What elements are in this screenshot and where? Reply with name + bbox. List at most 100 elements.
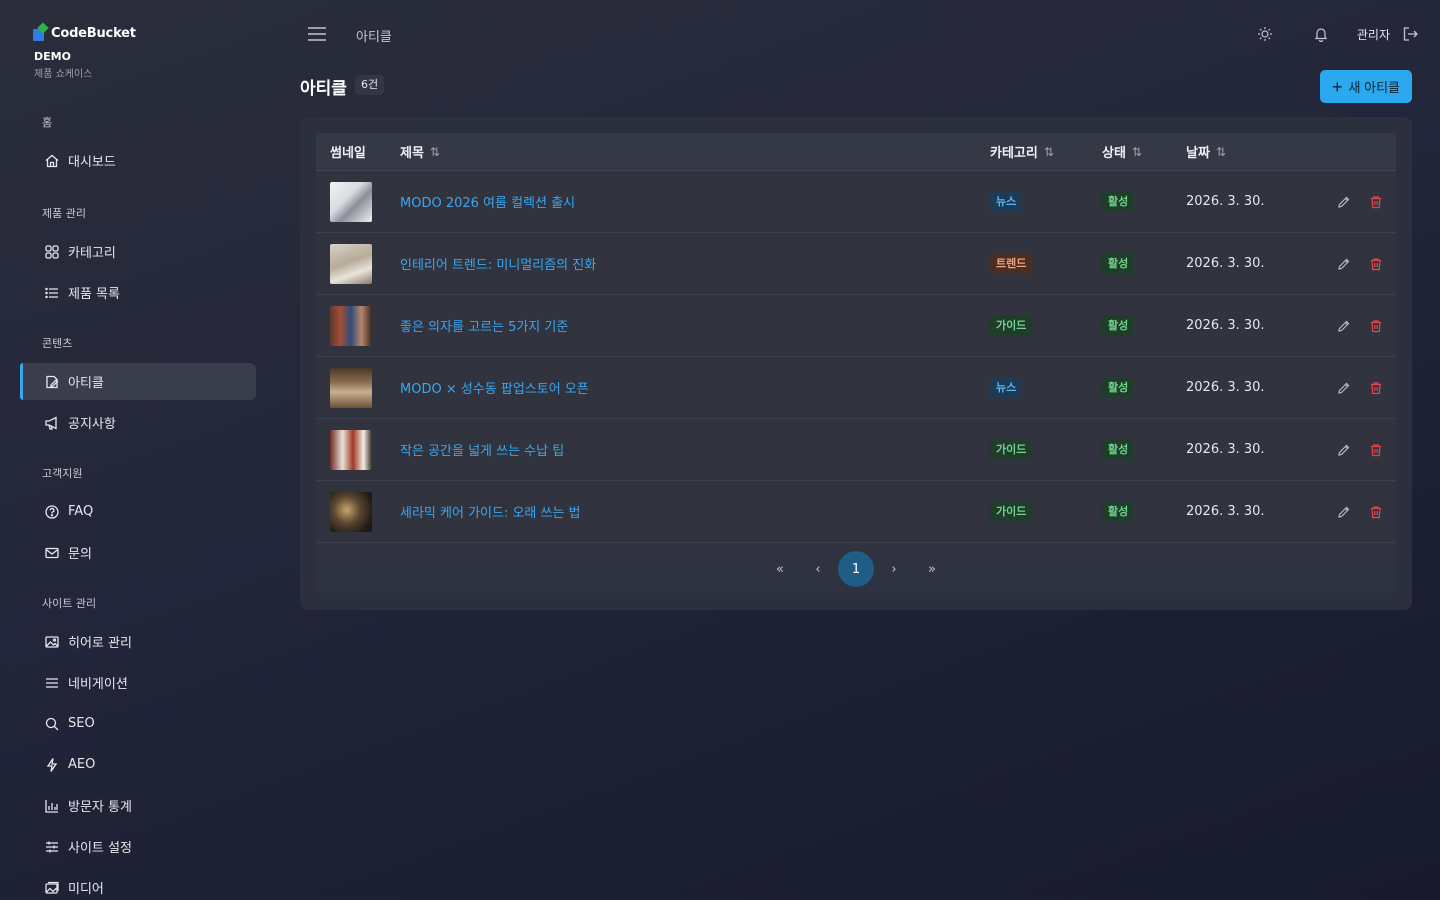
table-row[interactable]: 인테리어 트렌드: 미니멀리즘의 진화 트렌드 활성 2026. 3. 30. bbox=[316, 233, 1396, 295]
edit-pencil-icon[interactable] bbox=[1336, 380, 1352, 396]
bar-chart-icon bbox=[44, 798, 60, 814]
page-header: 아티클 6건 + 새 아티클 bbox=[300, 70, 1412, 104]
delete-trash-icon[interactable] bbox=[1368, 504, 1384, 520]
table-row[interactable]: 좋은 의자를 고르는 5가지 기준 가이드 활성 2026. 3. 30. bbox=[316, 295, 1396, 357]
sort-icon[interactable]: ⇅ bbox=[1132, 145, 1142, 159]
table-header: 썸네일 제목 ⇅ 카테고리 ⇅ 상태 ⇅ 날짜 ⇅ bbox=[316, 133, 1396, 171]
plus-icon: + bbox=[1332, 76, 1343, 97]
category-cell: 뉴스 bbox=[990, 191, 1102, 212]
article-table-panel: 썸네일 제목 ⇅ 카테고리 ⇅ 상태 ⇅ 날짜 ⇅ MODO 2026 여름 컬렉션 출… bbox=[300, 117, 1412, 610]
sidebar-item-visitor-stats[interactable]: 방문자 통계 bbox=[20, 787, 256, 824]
title-cell: 세라믹 케어 가이드: 오래 쓰는 법 bbox=[400, 502, 990, 521]
delete-trash-icon[interactable] bbox=[1368, 194, 1384, 210]
media-icon bbox=[44, 880, 60, 896]
nav-section-title: 사이트 관리 bbox=[42, 597, 97, 610]
article-icon bbox=[44, 374, 60, 390]
header-status[interactable]: 상태 ⇅ bbox=[1102, 142, 1186, 162]
thumbnail-cell bbox=[316, 243, 400, 284]
delete-trash-icon[interactable] bbox=[1368, 256, 1384, 272]
article-title-link[interactable]: 좋은 의자를 고르는 5가지 기준 bbox=[400, 320, 568, 335]
edit-pencil-icon[interactable] bbox=[1336, 504, 1352, 520]
nav-section-site: 사이트 관리 히어로 관리 네비게이션 SEO AEO 방문자 통계 사이트 설… bbox=[20, 595, 256, 900]
next-page-icon[interactable]: › bbox=[876, 551, 912, 587]
sidebar-item-dashboard[interactable]: 대시보드 bbox=[20, 142, 256, 179]
table-body: MODO 2026 여름 컬렉션 출시 뉴스 활성 2026. 3. 30. 인… bbox=[316, 171, 1396, 543]
topbar: 아티클 관리자 bbox=[300, 20, 1420, 50]
sidebar: CodeBucket DEMO 제품 쇼케이스 홈 대시보드 제품 관리 카테고… bbox=[0, 0, 276, 900]
nav-section-title: 고객지원 bbox=[42, 467, 83, 480]
sort-icon[interactable]: ⇅ bbox=[1044, 145, 1054, 159]
article-title-link[interactable]: 작은 공간을 넓게 쓰는 수납 팁 bbox=[400, 444, 564, 459]
thumbnail-cell bbox=[316, 367, 400, 408]
table-row[interactable]: 작은 공간을 넓게 쓰는 수납 팁 가이드 활성 2026. 3. 30. bbox=[316, 419, 1396, 481]
date-cell: 2026. 3. 30. bbox=[1186, 380, 1316, 395]
status-badge: 활성 bbox=[1102, 439, 1135, 460]
edit-pencil-icon[interactable] bbox=[1336, 318, 1352, 334]
sidebar-item-product-list[interactable]: 제품 목록 bbox=[20, 274, 256, 311]
sidebar-item-label: FAQ bbox=[68, 504, 94, 519]
sidebar-item-label: AEO bbox=[68, 757, 96, 772]
nav-section-products: 제품 관리 카테고리 제품 목록 bbox=[20, 205, 256, 311]
prev-page-icon[interactable]: ‹ bbox=[800, 551, 836, 587]
brand-logo[interactable]: CodeBucket bbox=[33, 22, 256, 42]
nav-section-title: 콘텐츠 bbox=[42, 337, 73, 350]
menu-icon bbox=[44, 675, 60, 691]
sidebar-item-aeo[interactable]: AEO bbox=[20, 746, 256, 783]
breadcrumb: 아티클 bbox=[356, 30, 392, 45]
title-cell: MODO × 성수동 팝업스토어 오픈 bbox=[400, 378, 990, 397]
sort-icon[interactable]: ⇅ bbox=[1216, 145, 1226, 159]
first-page-icon[interactable]: « bbox=[762, 551, 798, 587]
page-number-button[interactable]: 1 bbox=[838, 551, 874, 587]
nav-section-title: 홈 bbox=[42, 116, 53, 129]
brand-subtitle: 제품 쇼케이스 bbox=[34, 69, 93, 80]
sidebar-item-notice[interactable]: 공지사항 bbox=[20, 404, 256, 441]
logout-icon[interactable] bbox=[1400, 24, 1420, 44]
delete-trash-icon[interactable] bbox=[1368, 442, 1384, 458]
sidebar-item-category[interactable]: 카테고리 bbox=[20, 233, 256, 270]
header-category[interactable]: 카테고리 ⇅ bbox=[990, 142, 1102, 162]
article-title-link[interactable]: 세라믹 케어 가이드: 오래 쓰는 법 bbox=[400, 506, 581, 521]
bell-icon[interactable] bbox=[1311, 24, 1331, 44]
sidebar-item-site-settings[interactable]: 사이트 설정 bbox=[20, 828, 256, 865]
category-badge: 가이드 bbox=[990, 501, 1033, 522]
thumbnail-image bbox=[330, 491, 372, 532]
sidebar-item-inquiry[interactable]: 문의 bbox=[20, 534, 256, 571]
megaphone-icon bbox=[44, 415, 60, 431]
delete-trash-icon[interactable] bbox=[1368, 318, 1384, 334]
delete-trash-icon[interactable] bbox=[1368, 380, 1384, 396]
date-cell: 2026. 3. 30. bbox=[1186, 194, 1316, 209]
article-title-link[interactable]: MODO × 성수동 팝업스토어 오픈 bbox=[400, 382, 589, 397]
sort-icon[interactable]: ⇅ bbox=[430, 145, 440, 159]
lightning-icon bbox=[44, 757, 60, 773]
table-row[interactable]: MODO 2026 여름 컬렉션 출시 뉴스 활성 2026. 3. 30. bbox=[316, 171, 1396, 233]
sidebar-item-navigation[interactable]: 네비게이션 bbox=[20, 664, 256, 701]
edit-pencil-icon[interactable] bbox=[1336, 256, 1352, 272]
article-title-link[interactable]: 인테리어 트렌드: 미니멀리즘의 진화 bbox=[400, 258, 596, 273]
status-badge: 활성 bbox=[1102, 315, 1135, 336]
edit-pencil-icon[interactable] bbox=[1336, 194, 1352, 210]
status-cell: 활성 bbox=[1102, 439, 1186, 460]
table-row[interactable]: 세라믹 케어 가이드: 오래 쓰는 법 가이드 활성 2026. 3. 30. bbox=[316, 481, 1396, 543]
sidebar-item-faq[interactable]: FAQ bbox=[20, 493, 256, 530]
category-badge: 트렌드 bbox=[990, 253, 1033, 274]
sun-icon[interactable] bbox=[1255, 24, 1275, 44]
hamburger-menu-icon[interactable] bbox=[308, 26, 326, 45]
last-page-icon[interactable]: » bbox=[914, 551, 950, 587]
edit-pencil-icon[interactable] bbox=[1336, 442, 1352, 458]
article-date: 2026. 3. 30. bbox=[1186, 256, 1265, 271]
header-title[interactable]: 제목 ⇅ bbox=[400, 142, 990, 162]
status-cell: 활성 bbox=[1102, 501, 1186, 522]
nav-section-support: 고객지원 FAQ 문의 bbox=[20, 465, 256, 571]
sidebar-item-seo[interactable]: SEO bbox=[20, 705, 256, 742]
table-row[interactable]: MODO × 성수동 팝업스토어 오픈 뉴스 활성 2026. 3. 30. bbox=[316, 357, 1396, 419]
header-date[interactable]: 날짜 ⇅ bbox=[1186, 142, 1316, 162]
sidebar-item-article[interactable]: 아티클 bbox=[20, 363, 256, 400]
sidebar-item-label: 카테고리 bbox=[68, 246, 116, 261]
status-badge: 활성 bbox=[1102, 501, 1135, 522]
admin-user-label[interactable]: 관리자 bbox=[1357, 26, 1390, 43]
sidebar-item-media[interactable]: 미디어 bbox=[20, 869, 256, 900]
article-title-link[interactable]: MODO 2026 여름 컬렉션 출시 bbox=[400, 196, 575, 211]
new-article-button[interactable]: + 새 아티클 bbox=[1320, 70, 1412, 103]
actions-cell bbox=[1316, 504, 1396, 520]
sidebar-item-hero[interactable]: 히어로 관리 bbox=[20, 623, 256, 660]
